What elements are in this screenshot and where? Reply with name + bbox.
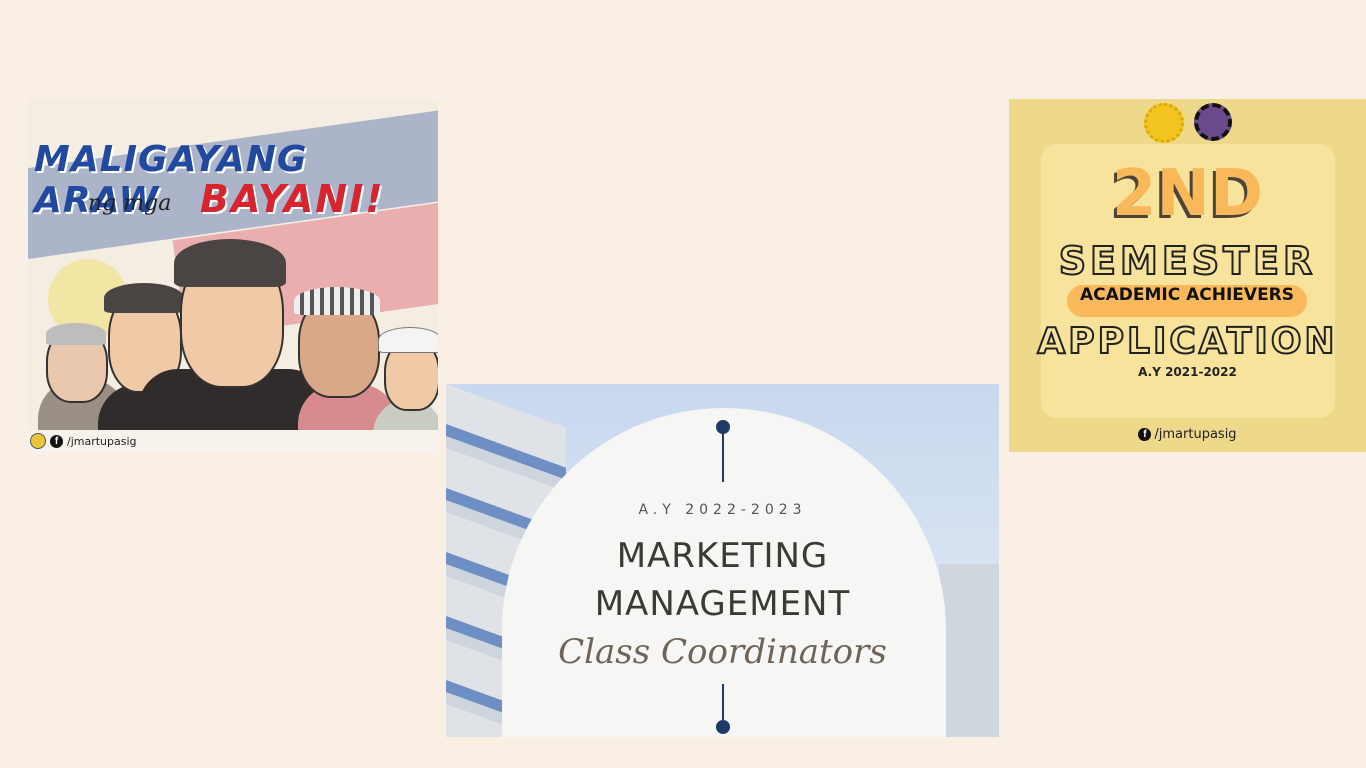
academic-year: A.Y 2022-2023 [638, 502, 807, 518]
script-subtitle: Class Coordinators [558, 632, 887, 672]
post-footer: f /jmartupasig [28, 430, 438, 452]
title-line1: MARKETING [616, 536, 829, 576]
post-marketing-management[interactable]: A.Y 2022-2023 MARKETING MANAGEMENT Class… [446, 384, 999, 737]
title-line2: MANAGEMENT [594, 584, 851, 624]
facebook-handle[interactable]: /jmartupasig [1154, 427, 1236, 442]
post-footer: f /jmartupasig [1009, 427, 1366, 442]
college-logo-icon [1143, 103, 1184, 143]
logos [1009, 103, 1366, 143]
bottom-dot [716, 720, 730, 734]
post-title-connector: ng mga [88, 191, 172, 216]
university-logo-icon [1193, 103, 1232, 141]
academic-year: A.Y 2021-2022 [1138, 365, 1237, 379]
semester-text: SEMESTER [1058, 238, 1317, 284]
post-academic-achievers[interactable]: 2ND SEMESTER ACADEMIC ACHIEVERS APPLICAT… [1009, 99, 1366, 452]
achievers-pill: ACADEMIC ACHIEVERS [1067, 285, 1307, 317]
school-seal-icon [30, 433, 46, 449]
facebook-icon: f [1138, 428, 1152, 441]
bottom-line [722, 684, 724, 720]
post-title-line2: BAYANI! [200, 177, 385, 221]
application-text: APPLICATION [1036, 320, 1338, 363]
top-line [722, 432, 724, 482]
post-bayani[interactable]: MALIGAYANG ARAW ng mga BAYANI! f /jmartu… [28, 99, 438, 452]
facebook-icon: f [50, 434, 63, 448]
facebook-handle[interactable]: /jmartupasig [67, 435, 137, 448]
big-title: 2ND [1111, 157, 1264, 231]
